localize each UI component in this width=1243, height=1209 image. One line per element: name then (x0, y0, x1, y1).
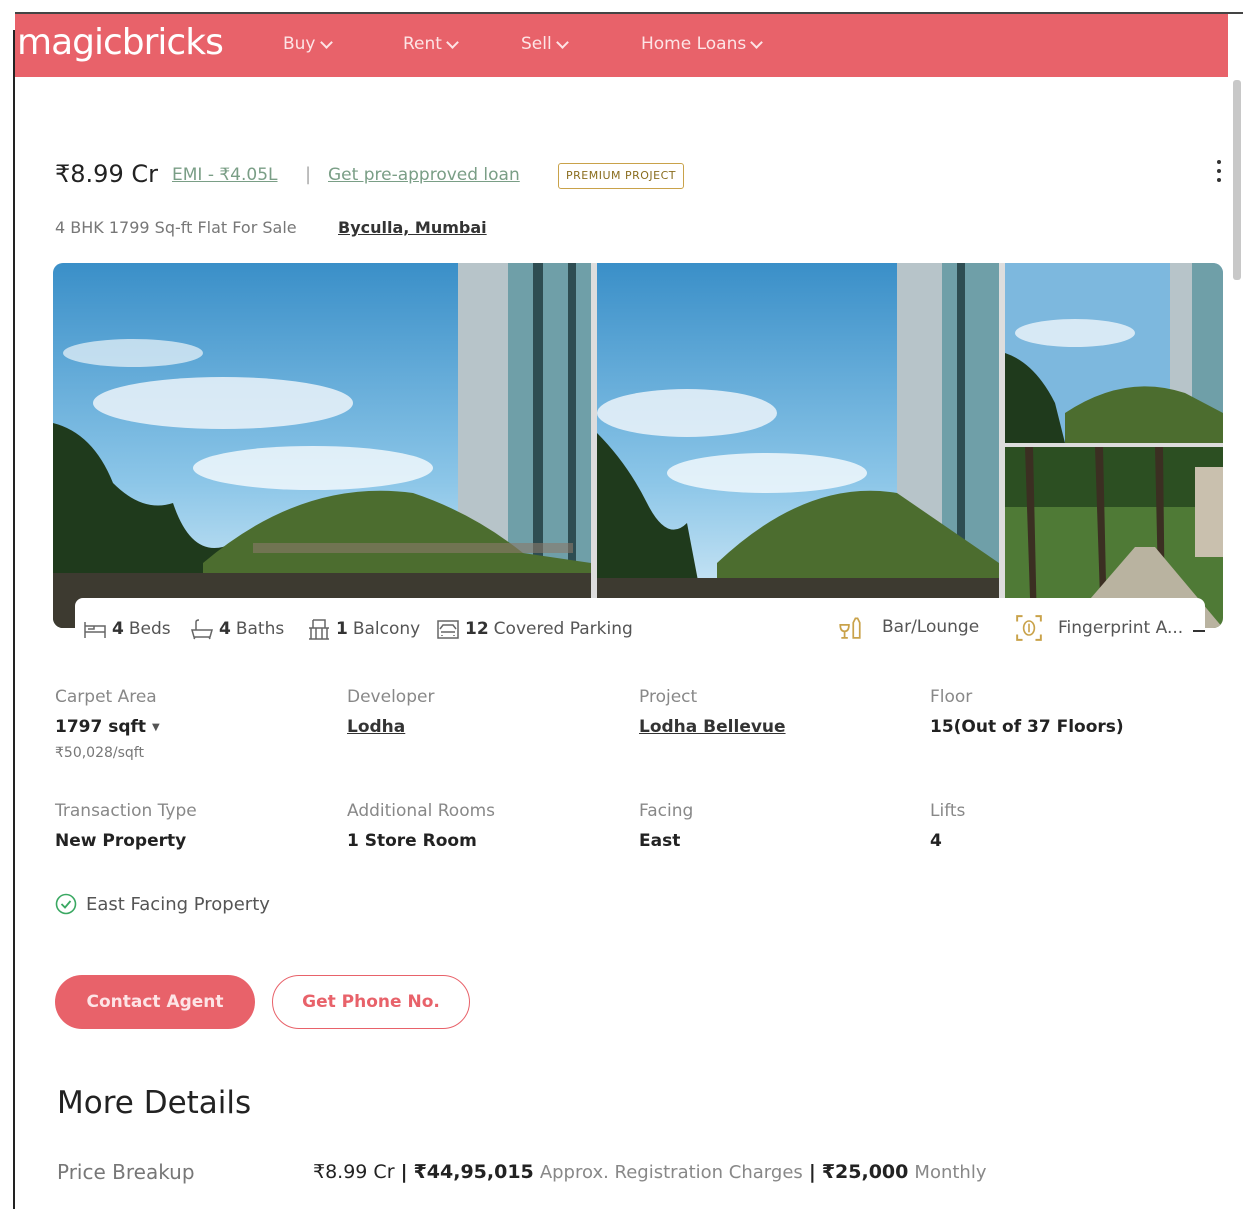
listing-price: ₹8.99 Cr (55, 160, 158, 188)
carpet-area-rate: ₹50,028/sqft (55, 745, 144, 761)
premium-project-badge: PREMIUM PROJECT (558, 163, 685, 189)
top-navbar: magicbricks Buy Rent Sell Home Loans (15, 14, 1228, 77)
price-breakup-values: ₹8.99 Cr | ₹44,95,015 Approx. Registrati… (313, 1161, 987, 1183)
additional-rooms-label: Additional Rooms (347, 801, 496, 821)
price-breakup-label: Price Breakup (57, 1160, 195, 1184)
fingerprint-label: Fingerprint A... (1058, 618, 1184, 638)
more-details-heading: More Details (57, 1085, 252, 1121)
east-facing-highlight: East Facing Property (55, 893, 270, 915)
nav-sell-label: Sell (521, 34, 552, 54)
balcony-count: 1 (336, 619, 348, 639)
listing-subtitle: 4 BHK 1799 Sq-ft Flat For Sale (55, 218, 297, 237)
facing-value: East (639, 831, 681, 851)
gallery-photo-main[interactable] (53, 263, 591, 628)
nav-buy-label: Buy (283, 34, 316, 54)
floor-label: Floor (930, 687, 973, 707)
baths-count: 4 (219, 619, 231, 639)
contact-agent-button[interactable]: Contact Agent (55, 975, 255, 1029)
parking-count: 12 (465, 619, 489, 639)
beds-summary: 4 Beds (83, 618, 171, 640)
nav-rent[interactable]: Rent (403, 34, 459, 54)
lifts-label: Lifts (930, 801, 966, 821)
balcony-summary: 1 Balcony (307, 618, 420, 640)
carpet-area-label: Carpet Area (55, 687, 157, 707)
nav-rent-label: Rent (403, 34, 442, 54)
pre-approved-loan-link[interactable]: Get pre-approved loan (328, 165, 520, 185)
baths-summary: 4 Baths (190, 618, 284, 640)
facing-label: Facing (639, 801, 694, 821)
gallery-photo-3[interactable] (1005, 263, 1223, 443)
balcony-icon (309, 619, 329, 640)
baths-label: Baths (235, 619, 285, 639)
chevron-down-icon (750, 35, 764, 49)
scrollbar[interactable] (1233, 80, 1241, 280)
pb-maintenance-amount: ₹25,000 (821, 1161, 909, 1183)
lifts-value: 4 (930, 831, 942, 851)
photo-gallery (53, 263, 1223, 628)
bar-lounge-label: Bar/Lounge (882, 617, 980, 637)
project-label: Project (639, 687, 698, 707)
pb-separator: | (808, 1161, 816, 1183)
amenities-scroll-arrow[interactable] (1193, 630, 1205, 632)
gallery-photo-2[interactable] (597, 263, 999, 628)
beds-count: 4 (112, 619, 124, 639)
chevron-down-icon (446, 35, 459, 49)
pb-price: ₹8.99 Cr (313, 1161, 395, 1183)
magicbricks-logo[interactable]: magicbricks (17, 22, 224, 63)
developer-label: Developer (347, 687, 435, 707)
wine-glass-icon (839, 617, 861, 639)
parking-label: Covered Parking (493, 619, 633, 639)
carpet-area-value[interactable]: 1797 sqft ▼ (55, 717, 160, 737)
pb-registration-amount: ₹44,95,015 (413, 1161, 534, 1183)
fingerprint-icon (1016, 615, 1042, 641)
floor-value: 15(Out of 37 Floors) (930, 717, 1124, 737)
separator: | (305, 164, 312, 185)
amenity-fingerprint: Fingerprint A... (1015, 614, 1183, 642)
locality-link[interactable]: Byculla, Mumbai (338, 218, 487, 237)
project-link[interactable]: Lodha Bellevue (639, 717, 786, 737)
bathtub-icon (191, 619, 213, 640)
pb-separator: | (400, 1161, 408, 1183)
emi-link[interactable]: EMI - ₹4.05L (172, 165, 278, 185)
bed-icon (84, 622, 106, 638)
beds-label: Beds (128, 619, 171, 639)
amenity-bar-lounge: Bar/Lounge (837, 614, 979, 640)
car-icon (437, 620, 459, 639)
pb-registration-text: Approx. Registration Charges (539, 1162, 803, 1183)
additional-rooms-value: 1 Store Room (347, 831, 477, 851)
developer-link[interactable]: Lodha (347, 717, 405, 737)
more-options-icon[interactable] (1217, 160, 1223, 182)
pb-maintenance-text: Monthly (914, 1162, 987, 1183)
nav-sell[interactable]: Sell (521, 34, 569, 54)
chevron-down-icon (555, 35, 569, 49)
carpet-area-text: 1797 sqft (55, 717, 147, 737)
caret-down-icon: ▼ (152, 721, 160, 733)
parking-summary: 12 Covered Parking (436, 618, 633, 640)
balcony-label: Balcony (352, 619, 421, 639)
east-facing-text: East Facing Property (86, 893, 270, 915)
nav-home-loans[interactable]: Home Loans (641, 34, 764, 54)
check-circle-icon (55, 893, 77, 915)
amenities-bar: 4 Beds 4 Baths 1 Balcony 12 Covered Park… (75, 598, 1205, 660)
transaction-type-label: Transaction Type (55, 801, 197, 821)
chevron-down-icon (319, 35, 333, 49)
transaction-type-value: New Property (55, 831, 187, 851)
scan-edge-left (13, 30, 15, 1209)
get-phone-button[interactable]: Get Phone No. (272, 975, 470, 1029)
nav-buy[interactable]: Buy (283, 34, 333, 54)
nav-home-loans-label: Home Loans (641, 34, 747, 54)
